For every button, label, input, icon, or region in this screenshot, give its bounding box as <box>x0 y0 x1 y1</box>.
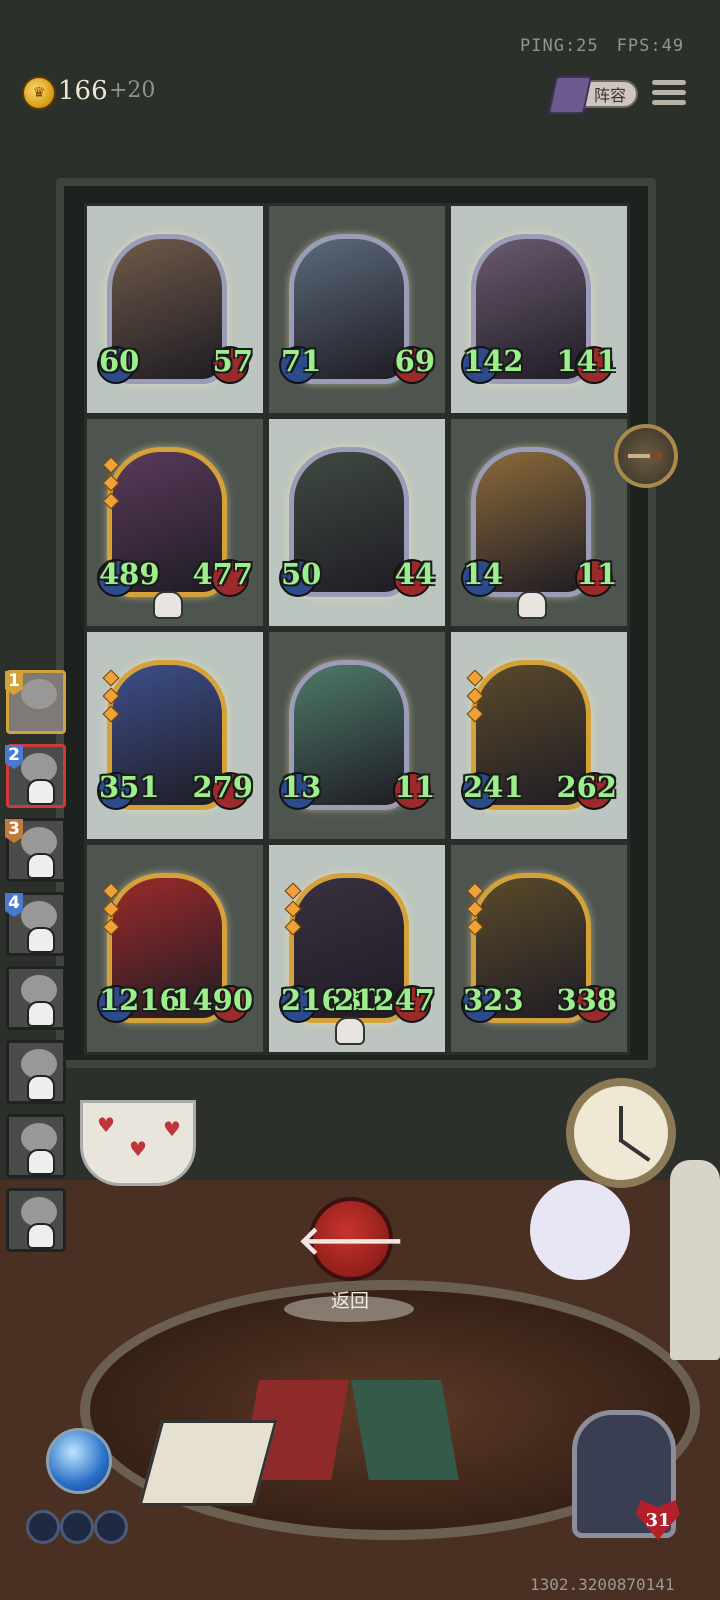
coin-bonus: +20 <box>109 78 156 103</box>
chess-pawn-decoration <box>670 1160 720 1360</box>
attack-value: 241 <box>463 770 524 804</box>
skull-icon <box>153 591 183 619</box>
star-gems <box>284 882 302 939</box>
opponent-queue: 1 2 3 4 <box>0 670 68 1262</box>
weapon-button[interactable] <box>614 424 678 488</box>
health-value: 11 <box>576 557 617 591</box>
top-bar: ♛ 166 +20 阵容 <box>0 70 720 118</box>
health-value: 141 <box>556 344 617 378</box>
rifle-icon <box>628 452 662 460</box>
player-hp: 31 <box>645 1509 671 1531</box>
book-icon <box>547 76 593 114</box>
opponent-slot[interactable]: 2 <box>5 744 66 808</box>
opponent-slot[interactable] <box>6 1040 66 1104</box>
opponent-avatar <box>21 679 57 709</box>
star-gems <box>102 456 120 513</box>
health-value: 11 <box>394 770 435 804</box>
attack-value: 50 <box>281 557 322 591</box>
version-text: 1302.3200870141 <box>530 1575 675 1594</box>
lineup-label: 阵容 <box>593 86 626 105</box>
orb-slot <box>94 1510 128 1544</box>
skull-icon <box>27 779 55 805</box>
opponent-slot[interactable] <box>6 966 66 1030</box>
fps-text: FPS:49 <box>616 36 685 56</box>
skull-icon <box>27 1075 55 1101</box>
health-value: 44 <box>394 557 435 591</box>
attack-value: 14 <box>463 557 504 591</box>
board-cell[interactable]: 50 44 <box>266 416 448 629</box>
dice-decoration <box>138 1420 278 1506</box>
battle-board: 60 57 71 69 142 141 489 477 50 44 14 11 351 279 13 11 24… <box>84 203 630 1055</box>
star-gems <box>102 882 120 939</box>
star-gems <box>102 669 120 726</box>
menu-icon[interactable] <box>652 80 686 108</box>
attack-value: 71 <box>281 344 322 378</box>
health-value: 57 <box>212 344 253 378</box>
health-value: 338 <box>556 983 617 1017</box>
board-cell[interactable]: 142 141 <box>448 203 630 416</box>
board-cell[interactable]: 13 11 <box>266 629 448 842</box>
return-button[interactable]: 🡐 <box>297 1197 405 1281</box>
skull-icon <box>517 591 547 619</box>
performance-readout: PING:25 FPS:49 <box>520 36 690 56</box>
teacup-decoration: ♥ ♥ ♥ <box>80 1100 196 1186</box>
attack-value: 60 <box>99 344 140 378</box>
board-cell[interactable]: 489 477 <box>84 416 266 629</box>
skull-icon <box>27 1149 55 1175</box>
ping-text: PING:25 <box>520 36 599 56</box>
health-value: 21247 <box>334 983 435 1017</box>
skull-icon <box>335 1017 365 1045</box>
attack-value: 1216 <box>99 983 180 1017</box>
skull-icon <box>27 1001 55 1027</box>
cat-pet[interactable] <box>530 1180 630 1280</box>
board-cell[interactable]: 1216 1490 <box>84 842 266 1055</box>
clock-icon <box>566 1078 676 1188</box>
health-value: 279 <box>192 770 253 804</box>
opponent-slot[interactable]: 4 <box>5 892 66 956</box>
board-cell[interactable]: 60 57 <box>84 203 266 416</box>
skull-icon <box>27 1223 55 1249</box>
star-gems <box>466 669 484 726</box>
board-cell[interactable]: 241 262 <box>448 629 630 842</box>
return-label: 返回 <box>330 1290 369 1312</box>
health-value: 69 <box>394 344 435 378</box>
skull-icon <box>27 853 55 879</box>
coin-amount: 166 <box>58 76 108 106</box>
board-cell[interactable]: 14 11 <box>448 416 630 629</box>
health-value: 262 <box>556 770 617 804</box>
attack-value: 13 <box>281 770 322 804</box>
coin-icon: ♛ <box>24 78 54 108</box>
skull-icon <box>27 927 55 953</box>
opponent-slot[interactable]: 1 <box>5 670 66 734</box>
health-value: 477 <box>192 557 253 591</box>
orb-slot <box>26 1510 60 1544</box>
orb-slot <box>60 1510 94 1544</box>
arrow-left-icon: 🡐 <box>297 1217 405 1264</box>
attack-value: 323 <box>463 983 524 1017</box>
board-cell[interactable]: 21630 21247 <box>266 842 448 1055</box>
board-cell[interactable]: 323 338 <box>448 842 630 1055</box>
board-cell[interactable]: 71 69 <box>266 203 448 416</box>
attack-value: 489 <box>99 557 160 591</box>
opponent-slot[interactable]: 3 <box>5 818 66 882</box>
crystal-ball-icon <box>46 1428 112 1494</box>
health-value: 1490 <box>172 983 253 1017</box>
star-gems <box>466 882 484 939</box>
opponent-slot[interactable] <box>6 1188 66 1252</box>
roulette-green-segment <box>351 1380 459 1480</box>
board-cell[interactable]: 351 279 <box>84 629 266 842</box>
crystal-ball-widget[interactable] <box>20 1408 130 1558</box>
attack-value: 142 <box>463 344 524 378</box>
attack-value: 351 <box>99 770 160 804</box>
opponent-slot[interactable] <box>6 1114 66 1178</box>
